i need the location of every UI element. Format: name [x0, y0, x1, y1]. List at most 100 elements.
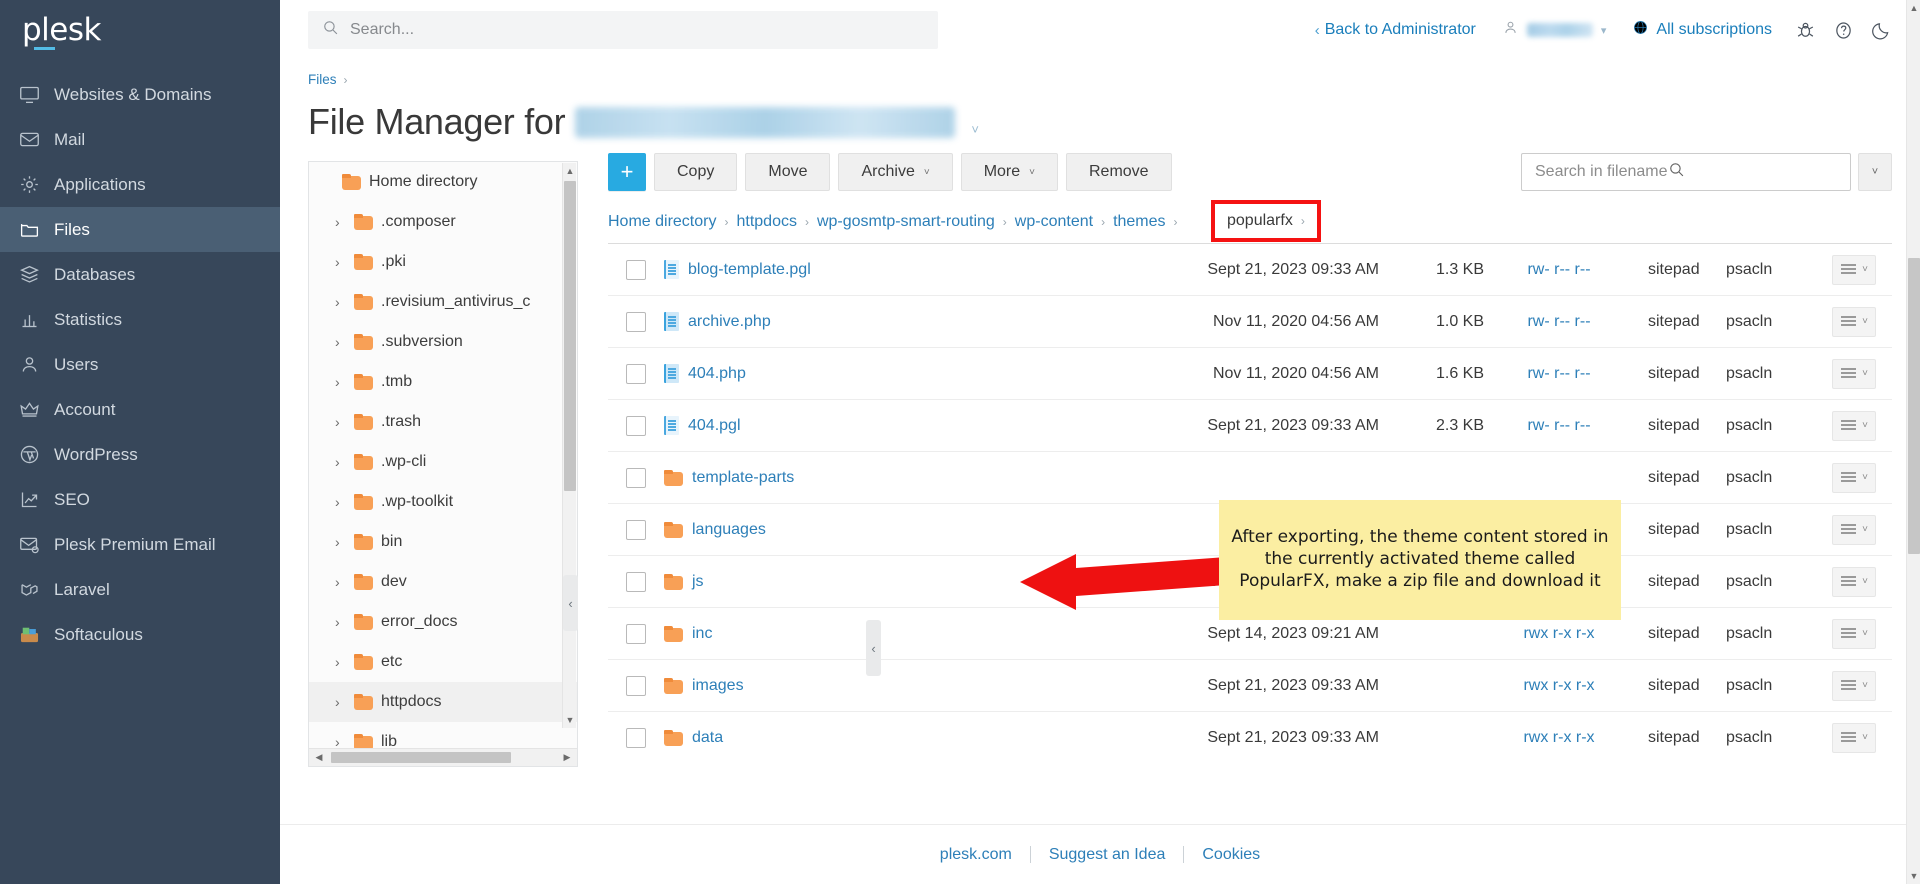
scroll-down-arrow-icon[interactable]: ▼ [563, 712, 577, 728]
table-row[interactable]: images Sept 21, 2023 09:33 AM rwx r-x r-… [608, 659, 1892, 712]
row-checkbox[interactable] [626, 727, 646, 748]
sidebar-item-plesk-premium-email[interactable]: Plesk Premium Email [0, 522, 280, 567]
sidebar-item-mail[interactable]: Mail [0, 117, 280, 162]
scroll-up-arrow-icon[interactable]: ▲ [1907, 0, 1920, 16]
expand-chevron-icon[interactable]: › [335, 694, 346, 710]
row-checkbox[interactable] [626, 415, 646, 436]
folder-link[interactable]: template-parts [692, 469, 794, 487]
scrollbar-thumb[interactable] [1908, 258, 1920, 554]
expand-chevron-icon[interactable]: › [335, 254, 346, 270]
expand-chevron-icon[interactable]: › [335, 374, 346, 390]
sidebar-item-softaculous[interactable]: Softaculous [0, 612, 280, 657]
row-checkbox[interactable] [626, 675, 646, 696]
scroll-down-arrow-icon[interactable]: ▼ [1907, 868, 1920, 884]
page-vertical-scrollbar[interactable]: ▲ ▼ [1906, 0, 1920, 884]
tree-horizontal-scrollbar[interactable]: ◀ ▶ [309, 748, 577, 766]
expand-chevron-icon[interactable]: › [335, 654, 346, 670]
path-segment-home-directory[interactable]: Home directory [608, 213, 716, 231]
tree-item-lib[interactable]: › lib [309, 722, 577, 748]
help-icon[interactable] [1824, 11, 1862, 49]
sidebar-item-statistics[interactable]: Statistics [0, 297, 280, 342]
bug-icon[interactable] [1786, 11, 1824, 49]
row-menu-button[interactable]: ˅ [1832, 306, 1876, 337]
search-options-button[interactable]: ˅ [1858, 153, 1892, 191]
folder-link[interactable]: js [692, 573, 704, 591]
filename-search-input[interactable]: Search in filename [1521, 153, 1851, 191]
global-search-input[interactable]: Search... [308, 11, 938, 49]
expand-chevron-icon[interactable]: › [335, 334, 346, 350]
tree-vertical-scrollbar[interactable]: ▲ ▼ [562, 163, 576, 728]
tree-item-revisium-antivirus[interactable]: › .revisium_antivirus_c [309, 282, 577, 322]
path-segment-wp-content[interactable]: wp-content [1015, 213, 1093, 231]
table-row[interactable]: blog-template.pgl Sept 21, 2023 09:33 AM… [608, 243, 1892, 296]
folder-link[interactable]: inc [692, 625, 712, 643]
expand-chevron-icon[interactable]: › [335, 534, 346, 550]
sidebar-item-websites-domains[interactable]: Websites & Domains [0, 72, 280, 117]
footer-link-plesk-com[interactable]: plesk.com [922, 846, 1030, 864]
path-segment-httpdocs[interactable]: httpdocs [736, 213, 796, 231]
add-new-button[interactable]: + [608, 153, 646, 191]
expand-chevron-icon[interactable]: › [335, 614, 346, 630]
remove-button[interactable]: Remove [1065, 153, 1172, 191]
footer-link-suggest-an-idea[interactable]: Suggest an Idea [1031, 846, 1184, 864]
tree-item-pki[interactable]: › .pki [309, 242, 577, 282]
row-permissions[interactable]: rw- r-- r-- [1484, 348, 1634, 400]
tree-item-wp-toolkit[interactable]: › .wp-toolkit [309, 482, 577, 522]
tree-item-wp-cli[interactable]: › .wp-cli [309, 442, 577, 482]
breadcrumb-item-files[interactable]: Files [308, 72, 337, 87]
sidebar-item-wordpress[interactable]: WordPress [0, 432, 280, 477]
sidebar-item-laravel[interactable]: Laravel [0, 567, 280, 612]
tree-item-subversion[interactable]: › .subversion [309, 322, 577, 362]
row-menu-button[interactable]: ˅ [1832, 618, 1876, 649]
row-menu-button[interactable]: ˅ [1832, 358, 1876, 389]
tree-item-composer[interactable]: › .composer [309, 202, 577, 242]
folder-link[interactable]: images [692, 677, 744, 695]
sidebar-item-users[interactable]: Users [0, 342, 280, 387]
row-checkbox[interactable] [626, 363, 646, 384]
archive-button[interactable]: Archive ˅ [838, 153, 953, 191]
sidebar-item-databases[interactable]: Databases [0, 252, 280, 297]
collapse-sidebar-handle[interactable]: ‹ [563, 575, 578, 631]
row-menu-button[interactable]: ˅ [1832, 410, 1876, 441]
sidebar-item-account[interactable]: Account [0, 387, 280, 432]
tree-item-error-docs[interactable]: › error_docs [309, 602, 577, 642]
expand-chevron-icon[interactable]: › [335, 454, 346, 470]
user-menu[interactable]: ▾ [1490, 19, 1619, 41]
expand-chevron-icon[interactable]: › [335, 414, 346, 430]
more-button[interactable]: More ˅ [960, 153, 1058, 191]
table-row[interactable]: template-parts sitepad psacln ˅ [608, 451, 1892, 504]
expand-chevron-icon[interactable]: › [335, 574, 346, 590]
row-checkbox[interactable] [626, 467, 646, 488]
sidebar-item-seo[interactable]: SEO [0, 477, 280, 522]
row-menu-button[interactable]: ˅ [1832, 514, 1876, 545]
row-permissions[interactable]: rw- r-- r-- [1484, 296, 1634, 348]
tree-item-bin[interactable]: › bin [309, 522, 577, 562]
plesk-logo[interactable]: plesk [0, 0, 280, 60]
file-link[interactable]: 404.php [688, 365, 746, 383]
scroll-right-arrow-icon[interactable]: ▶ [559, 749, 575, 766]
row-checkbox[interactable] [626, 623, 646, 644]
search-icon[interactable] [1668, 161, 1685, 183]
row-permissions[interactable]: rwx r-x r-x [1484, 712, 1634, 764]
row-permissions[interactable]: rwx r-x r-x [1484, 660, 1634, 712]
folder-link[interactable]: languages [692, 521, 766, 539]
row-checkbox[interactable] [626, 259, 646, 280]
expand-chevron-icon[interactable]: › [335, 214, 346, 230]
folder-link[interactable]: data [692, 729, 723, 747]
row-checkbox[interactable] [626, 519, 646, 540]
tree-item-tmb[interactable]: › .tmb [309, 362, 577, 402]
table-row[interactable]: 404.pgl Sept 21, 2023 09:33 AM 2.3 KB rw… [608, 399, 1892, 452]
path-segment-popularfx[interactable]: popularfx [1227, 212, 1293, 230]
expand-chevron-icon[interactable]: › [335, 494, 346, 510]
back-to-administrator-link[interactable]: ‹ Back to Administrator [1301, 21, 1490, 39]
move-button[interactable]: Move [745, 153, 831, 191]
sidebar-item-files[interactable]: Files [0, 207, 280, 252]
file-link[interactable]: archive.php [688, 313, 771, 331]
tree-item-dev[interactable]: › dev [309, 562, 577, 602]
row-permissions[interactable] [1484, 452, 1634, 504]
footer-link-cookies[interactable]: Cookies [1184, 846, 1278, 864]
sidebar-item-applications[interactable]: Applications [0, 162, 280, 207]
copy-button[interactable]: Copy [654, 153, 738, 191]
row-menu-button[interactable]: ˅ [1832, 722, 1876, 753]
table-row[interactable]: data Sept 21, 2023 09:33 AM rwx r-x r-x … [608, 711, 1892, 764]
